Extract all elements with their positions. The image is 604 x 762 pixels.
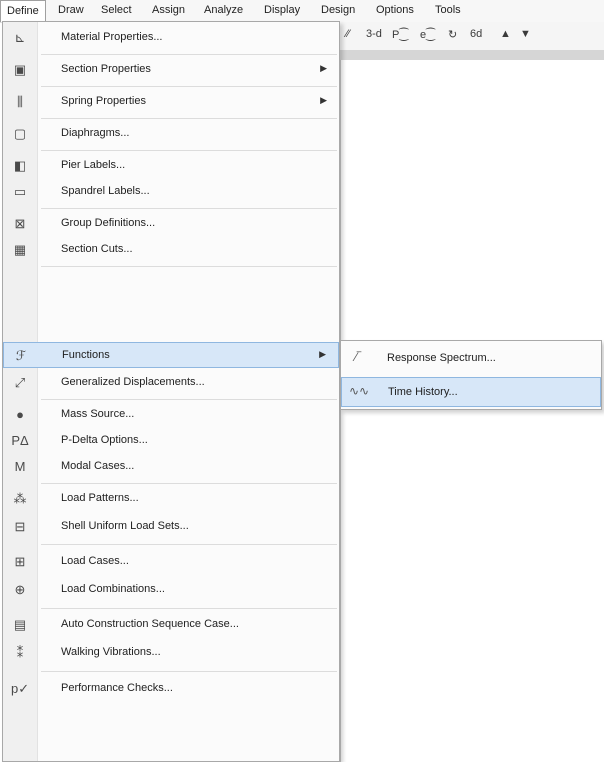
functions-submenu: ⁄‾ Response Spectrum... ∿∿ Time History.… <box>340 340 602 410</box>
define-menu: ⊾ Material Properties... ▣ Section Prope… <box>2 21 340 762</box>
view-3d-button[interactable]: 3-d <box>366 28 382 40</box>
window-edge <box>340 60 341 762</box>
menu-separator <box>41 86 337 87</box>
menu-item-p-delta-options[interactable]: PΔ P-Delta Options... <box>3 428 339 454</box>
move-down-icon[interactable]: ▼ <box>520 28 531 40</box>
menu-separator <box>41 150 337 151</box>
shell-load-icon: ⊟ <box>14 519 26 534</box>
load-pattern-icon: ⁂ <box>13 491 27 506</box>
menu-item-generalized-displacements[interactable]: ⤢ Generalized Displacements... <box>3 370 339 396</box>
pier-icon: ◧ <box>13 158 27 173</box>
time-history-icon: ∿∿ <box>348 384 370 398</box>
submenu-arrow-icon: ▶ <box>320 63 327 73</box>
menu-item-walking-vibrations[interactable]: ⁑ Walking Vibrations... <box>3 640 339 666</box>
move-up-icon[interactable]: ▲ <box>500 28 511 40</box>
section-cut-icon: ▦ <box>13 242 27 257</box>
window-header-strip <box>340 50 604 60</box>
menu-separator <box>41 266 337 267</box>
menu-tools[interactable]: Tools <box>435 4 461 16</box>
menu-item-performance-checks[interactable]: p✓ Performance Checks... <box>3 676 339 702</box>
menu-item-mass-source[interactable]: ● Mass Source... <box>3 402 339 428</box>
submenu-item-time-history[interactable]: ∿∿ Time History... <box>341 377 601 407</box>
functions-icon: ℱ <box>15 348 27 363</box>
group-icon: ⊠ <box>14 216 26 231</box>
menu-item-section-cuts[interactable]: ▦ Section Cuts... <box>3 237 339 263</box>
mass-icon: ● <box>16 407 24 422</box>
submenu-item-response-spectrum[interactable]: ⁄‾ Response Spectrum... <box>341 344 601 374</box>
menu-item-spandrel-labels[interactable]: ▭ Spandrel Labels... <box>3 179 339 205</box>
menu-select[interactable]: Select <box>101 4 132 16</box>
menu-separator <box>41 483 337 484</box>
construction-icon: ▤ <box>13 617 27 632</box>
spring-icon: ⫼ <box>17 94 23 109</box>
toolbar: ⁄⁄ 3-d P⁐ e⁐ ↻ 6d ▲ ▼ <box>340 22 604 51</box>
material-icon: ⊾ <box>14 30 26 45</box>
section-icon: ▣ <box>13 62 27 77</box>
menu-item-load-patterns[interactable]: ⁂ Load Patterns... <box>3 486 339 512</box>
submenu-arrow-icon: ▶ <box>320 95 327 105</box>
menu-design[interactable]: Design <box>321 4 355 16</box>
elevation-view-icon[interactable]: e⁐ <box>420 28 435 41</box>
diaphragm-icon: ▢ <box>13 126 27 141</box>
load-case-icon: ⊞ <box>14 554 26 569</box>
displacement-icon: ⤢ <box>14 375 26 390</box>
menu-item-functions[interactable]: ℱ Functions ▶ <box>3 342 339 368</box>
menu-options[interactable]: Options <box>376 4 414 16</box>
menu-separator <box>41 671 337 672</box>
menu-separator <box>41 544 337 545</box>
menu-separator <box>41 399 337 400</box>
menu-separator <box>41 54 337 55</box>
menu-bar: Define Draw Select Assign Analyze Displa… <box>0 0 604 23</box>
rubber-band-icon[interactable]: ⁄⁄ <box>346 28 350 40</box>
plan-view-icon[interactable]: P⁐ <box>392 28 408 41</box>
menu-item-group-definitions[interactable]: ⊠ Group Definitions... <box>3 211 339 237</box>
menu-draw[interactable]: Draw <box>58 4 84 16</box>
menu-item-modal-cases[interactable]: M Modal Cases... <box>3 454 339 480</box>
spectrum-icon: ⁄‾ <box>355 350 361 364</box>
menu-separator <box>41 118 337 119</box>
menu-separator <box>41 208 337 209</box>
menu-item-diaphragms[interactable]: ▢ Diaphragms... <box>3 121 339 147</box>
menu-item-shell-uniform-load-sets[interactable]: ⊟ Shell Uniform Load Sets... <box>3 514 339 540</box>
menu-item-material-properties[interactable]: ⊾ Material Properties... <box>3 25 339 51</box>
rotate-icon[interactable]: ↻ <box>448 28 457 41</box>
menu-item-section-properties[interactable]: ▣ Section Properties ▶ <box>3 57 339 83</box>
menu-separator <box>41 608 337 609</box>
menu-analyze[interactable]: Analyze <box>204 4 243 16</box>
menu-define[interactable]: Define <box>0 0 46 22</box>
menu-item-load-combinations[interactable]: ⊕ Load Combinations... <box>3 577 339 603</box>
pdelta-icon: PΔ <box>11 433 29 448</box>
menu-item-spring-properties[interactable]: ⫼ Spring Properties ▶ <box>3 89 339 115</box>
spandrel-icon: ▭ <box>13 184 27 199</box>
submenu-arrow-icon: ▶ <box>319 349 326 359</box>
walking-icon: ⁑ <box>16 645 24 660</box>
modal-icon: M <box>14 459 26 474</box>
menu-assign[interactable]: Assign <box>152 4 185 16</box>
performance-icon: p✓ <box>11 681 30 696</box>
menu-display[interactable]: Display <box>264 4 300 16</box>
perspective-icon[interactable]: 6d <box>470 28 482 40</box>
menu-item-load-cases[interactable]: ⊞ Load Cases... <box>3 549 339 575</box>
load-combo-icon: ⊕ <box>14 582 26 597</box>
menu-item-auto-construction-sequence[interactable]: ▤ Auto Construction Sequence Case... <box>3 612 339 638</box>
menu-item-pier-labels[interactable]: ◧ Pier Labels... <box>3 153 339 179</box>
